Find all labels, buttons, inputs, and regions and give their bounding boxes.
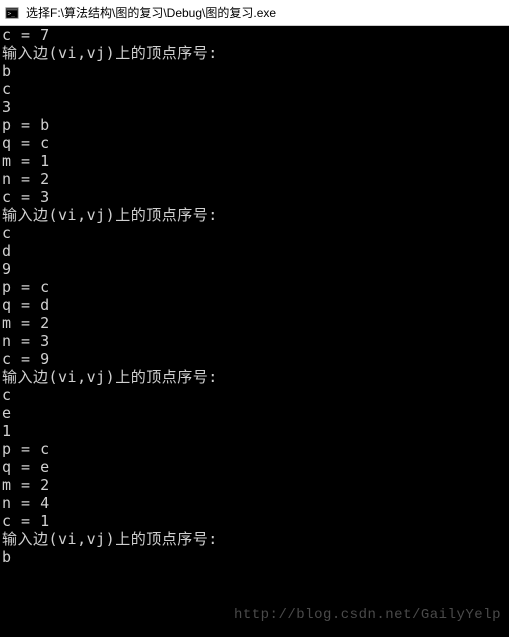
console-line: 输入边(vi,vj)上的顶点序号: <box>2 530 507 548</box>
console-line: c = 7 <box>2 26 507 44</box>
console-line: q = d <box>2 296 507 314</box>
console-line: n = 2 <box>2 170 507 188</box>
console-line: c <box>2 224 507 242</box>
console-line: c = 1 <box>2 512 507 530</box>
console-line: e <box>2 404 507 422</box>
console-line: 1 <box>2 422 507 440</box>
console-line: 输入边(vi,vj)上的顶点序号: <box>2 44 507 62</box>
console-line: m = 2 <box>2 314 507 332</box>
console-app-icon: >_ <box>4 5 20 21</box>
console-line: 输入边(vi,vj)上的顶点序号: <box>2 206 507 224</box>
console-line: d <box>2 242 507 260</box>
console-line: n = 4 <box>2 494 507 512</box>
console-line: b <box>2 62 507 80</box>
window-title: 选择F:\算法结构\图的复习\Debug\图的复习.exe <box>26 4 276 21</box>
console-line: c = 3 <box>2 188 507 206</box>
console-line: p = c <box>2 440 507 458</box>
console-line: m = 1 <box>2 152 507 170</box>
console-line: 3 <box>2 98 507 116</box>
console-line: q = c <box>2 134 507 152</box>
console-line: 输入边(vi,vj)上的顶点序号: <box>2 368 507 386</box>
console-line: c <box>2 386 507 404</box>
console-line: b <box>2 548 507 566</box>
watermark: http://blog.csdn.net/GailyYelp <box>234 607 501 623</box>
console-line: m = 2 <box>2 476 507 494</box>
console-line: p = c <box>2 278 507 296</box>
console-line: 9 <box>2 260 507 278</box>
console-line: n = 3 <box>2 332 507 350</box>
console-line: c <box>2 80 507 98</box>
console-output[interactable]: c = 7输入边(vi,vj)上的顶点序号:bc3p = bq = cm = 1… <box>0 26 509 566</box>
console-line: p = b <box>2 116 507 134</box>
console-line: q = e <box>2 458 507 476</box>
console-line: c = 9 <box>2 350 507 368</box>
titlebar[interactable]: >_ 选择F:\算法结构\图的复习\Debug\图的复习.exe <box>0 0 509 26</box>
svg-text:>_: >_ <box>8 10 16 17</box>
